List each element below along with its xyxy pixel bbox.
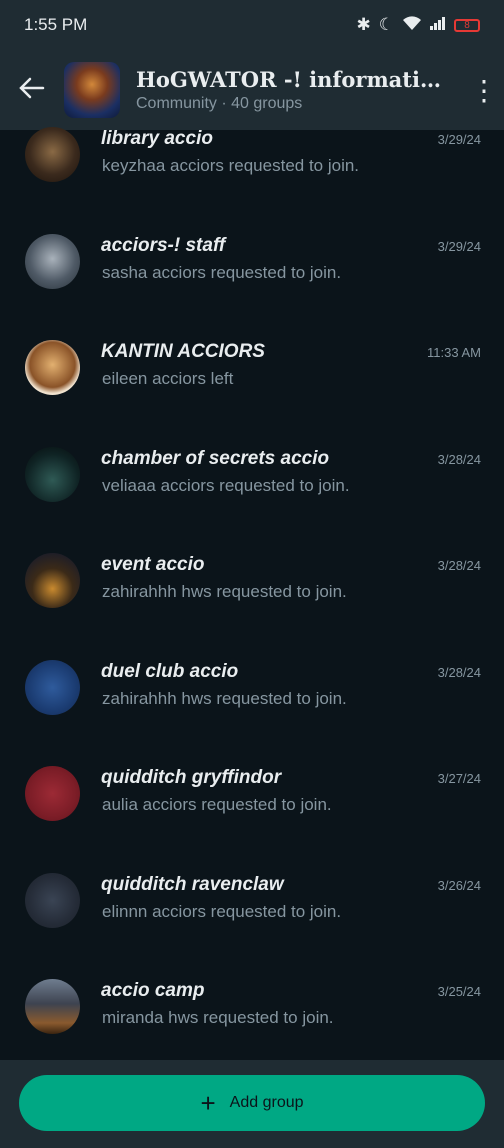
group-last-activity: aulia acciors requested to join. bbox=[102, 795, 332, 814]
group-row[interactable]: chamber of secrets accio veliaaa acciors… bbox=[0, 438, 504, 545]
group-timestamp: 3/28/24 bbox=[437, 558, 481, 573]
group-last-activity: sasha acciors requested to join. bbox=[102, 262, 342, 282]
group-timestamp: 3/26/24 bbox=[437, 877, 481, 893]
more-options-icon[interactable]: ⋮ bbox=[464, 74, 504, 107]
group-avatar bbox=[25, 872, 80, 928]
status-time: 1:55 PM bbox=[24, 15, 88, 34]
community-avatar[interactable] bbox=[64, 62, 120, 118]
group-timestamp: 3/29/24 bbox=[437, 238, 481, 254]
group-name: library accio bbox=[101, 128, 213, 149]
do-not-disturb-icon: ☾ bbox=[378, 15, 394, 34]
group-avatar bbox=[25, 446, 80, 502]
group-last-activity: veliaaa acciors requested to join. bbox=[102, 475, 350, 495]
battery-level: 8 bbox=[464, 19, 470, 31]
group-row[interactable]: quidditch gryffindor aulia acciors reque… bbox=[0, 757, 504, 864]
add-group-button[interactable]: + Add group bbox=[19, 1075, 485, 1131]
community-subtitle: Community · 40 groups bbox=[136, 95, 303, 112]
group-list: library accio keyzhaa acciors requested … bbox=[0, 118, 504, 1077]
add-group-label: Add group bbox=[229, 1094, 304, 1111]
group-row[interactable]: quidditch ravenclaw elinnn acciors reque… bbox=[0, 864, 504, 971]
group-avatar bbox=[25, 233, 80, 289]
group-name: quidditch gryffindor bbox=[101, 767, 282, 788]
group-row[interactable]: event accio zahirahhh hws requested to j… bbox=[0, 544, 504, 651]
group-row[interactable]: acciors-! staff sasha acciors requested … bbox=[0, 225, 504, 332]
group-last-activity: zahirahhh hws requested to join. bbox=[102, 582, 347, 601]
group-row[interactable]: KANTIN ACCIORS eileen acciors left 11:33… bbox=[0, 331, 504, 438]
group-name: KANTIN ACCIORS bbox=[101, 341, 265, 362]
group-name: quidditch ravenclaw bbox=[101, 873, 284, 895]
group-timestamp: 3/29/24 bbox=[437, 132, 481, 147]
group-last-activity: miranda hws requested to join. bbox=[102, 1008, 334, 1027]
group-last-activity: eileen acciors left bbox=[102, 369, 234, 388]
community-title: HoGWATOR -! information ꝏ ... bbox=[136, 67, 454, 92]
battery-icon: 8 bbox=[454, 18, 480, 32]
bluetooth-icon: ✱ bbox=[356, 15, 371, 34]
group-last-activity: elinnn acciors requested to join. bbox=[102, 901, 342, 921]
plus-icon: + bbox=[200, 1088, 216, 1118]
group-row[interactable]: duel club accio zahirahhh hws requested … bbox=[0, 651, 504, 758]
status-bar: 1:55 PM ✱ ☾ 8 bbox=[0, 0, 504, 50]
group-name: chamber of secrets accio bbox=[101, 447, 330, 469]
group-timestamp: 3/28/24 bbox=[437, 451, 481, 467]
header-text[interactable]: HoGWATOR -! information ꝏ ... Community … bbox=[136, 67, 464, 113]
group-avatar bbox=[25, 127, 80, 182]
group-name: event accio bbox=[101, 554, 205, 575]
group-avatar bbox=[25, 659, 80, 715]
group-timestamp: 3/27/24 bbox=[437, 771, 481, 786]
status-icons: ✱ ☾ 8 bbox=[356, 15, 480, 36]
group-timestamp: 3/28/24 bbox=[437, 664, 481, 680]
group-name: acciors-! staff bbox=[101, 234, 226, 256]
wifi-icon bbox=[402, 15, 422, 36]
group-timestamp: 3/25/24 bbox=[437, 984, 481, 999]
group-name: duel club accio bbox=[101, 660, 239, 682]
group-row[interactable]: library accio keyzhaa acciors requested … bbox=[0, 118, 504, 225]
group-last-activity: zahirahhh hws requested to join. bbox=[102, 688, 347, 708]
signal-icon bbox=[430, 15, 446, 35]
group-avatar bbox=[25, 340, 80, 395]
back-arrow-icon[interactable] bbox=[0, 73, 64, 107]
group-avatar bbox=[25, 979, 80, 1034]
group-timestamp: 11:33 AM bbox=[427, 345, 481, 360]
group-avatar bbox=[25, 766, 80, 821]
group-last-activity: keyzhaa acciors requested to join. bbox=[102, 156, 360, 175]
group-avatar bbox=[25, 553, 80, 608]
group-name: accio camp bbox=[101, 980, 205, 1001]
